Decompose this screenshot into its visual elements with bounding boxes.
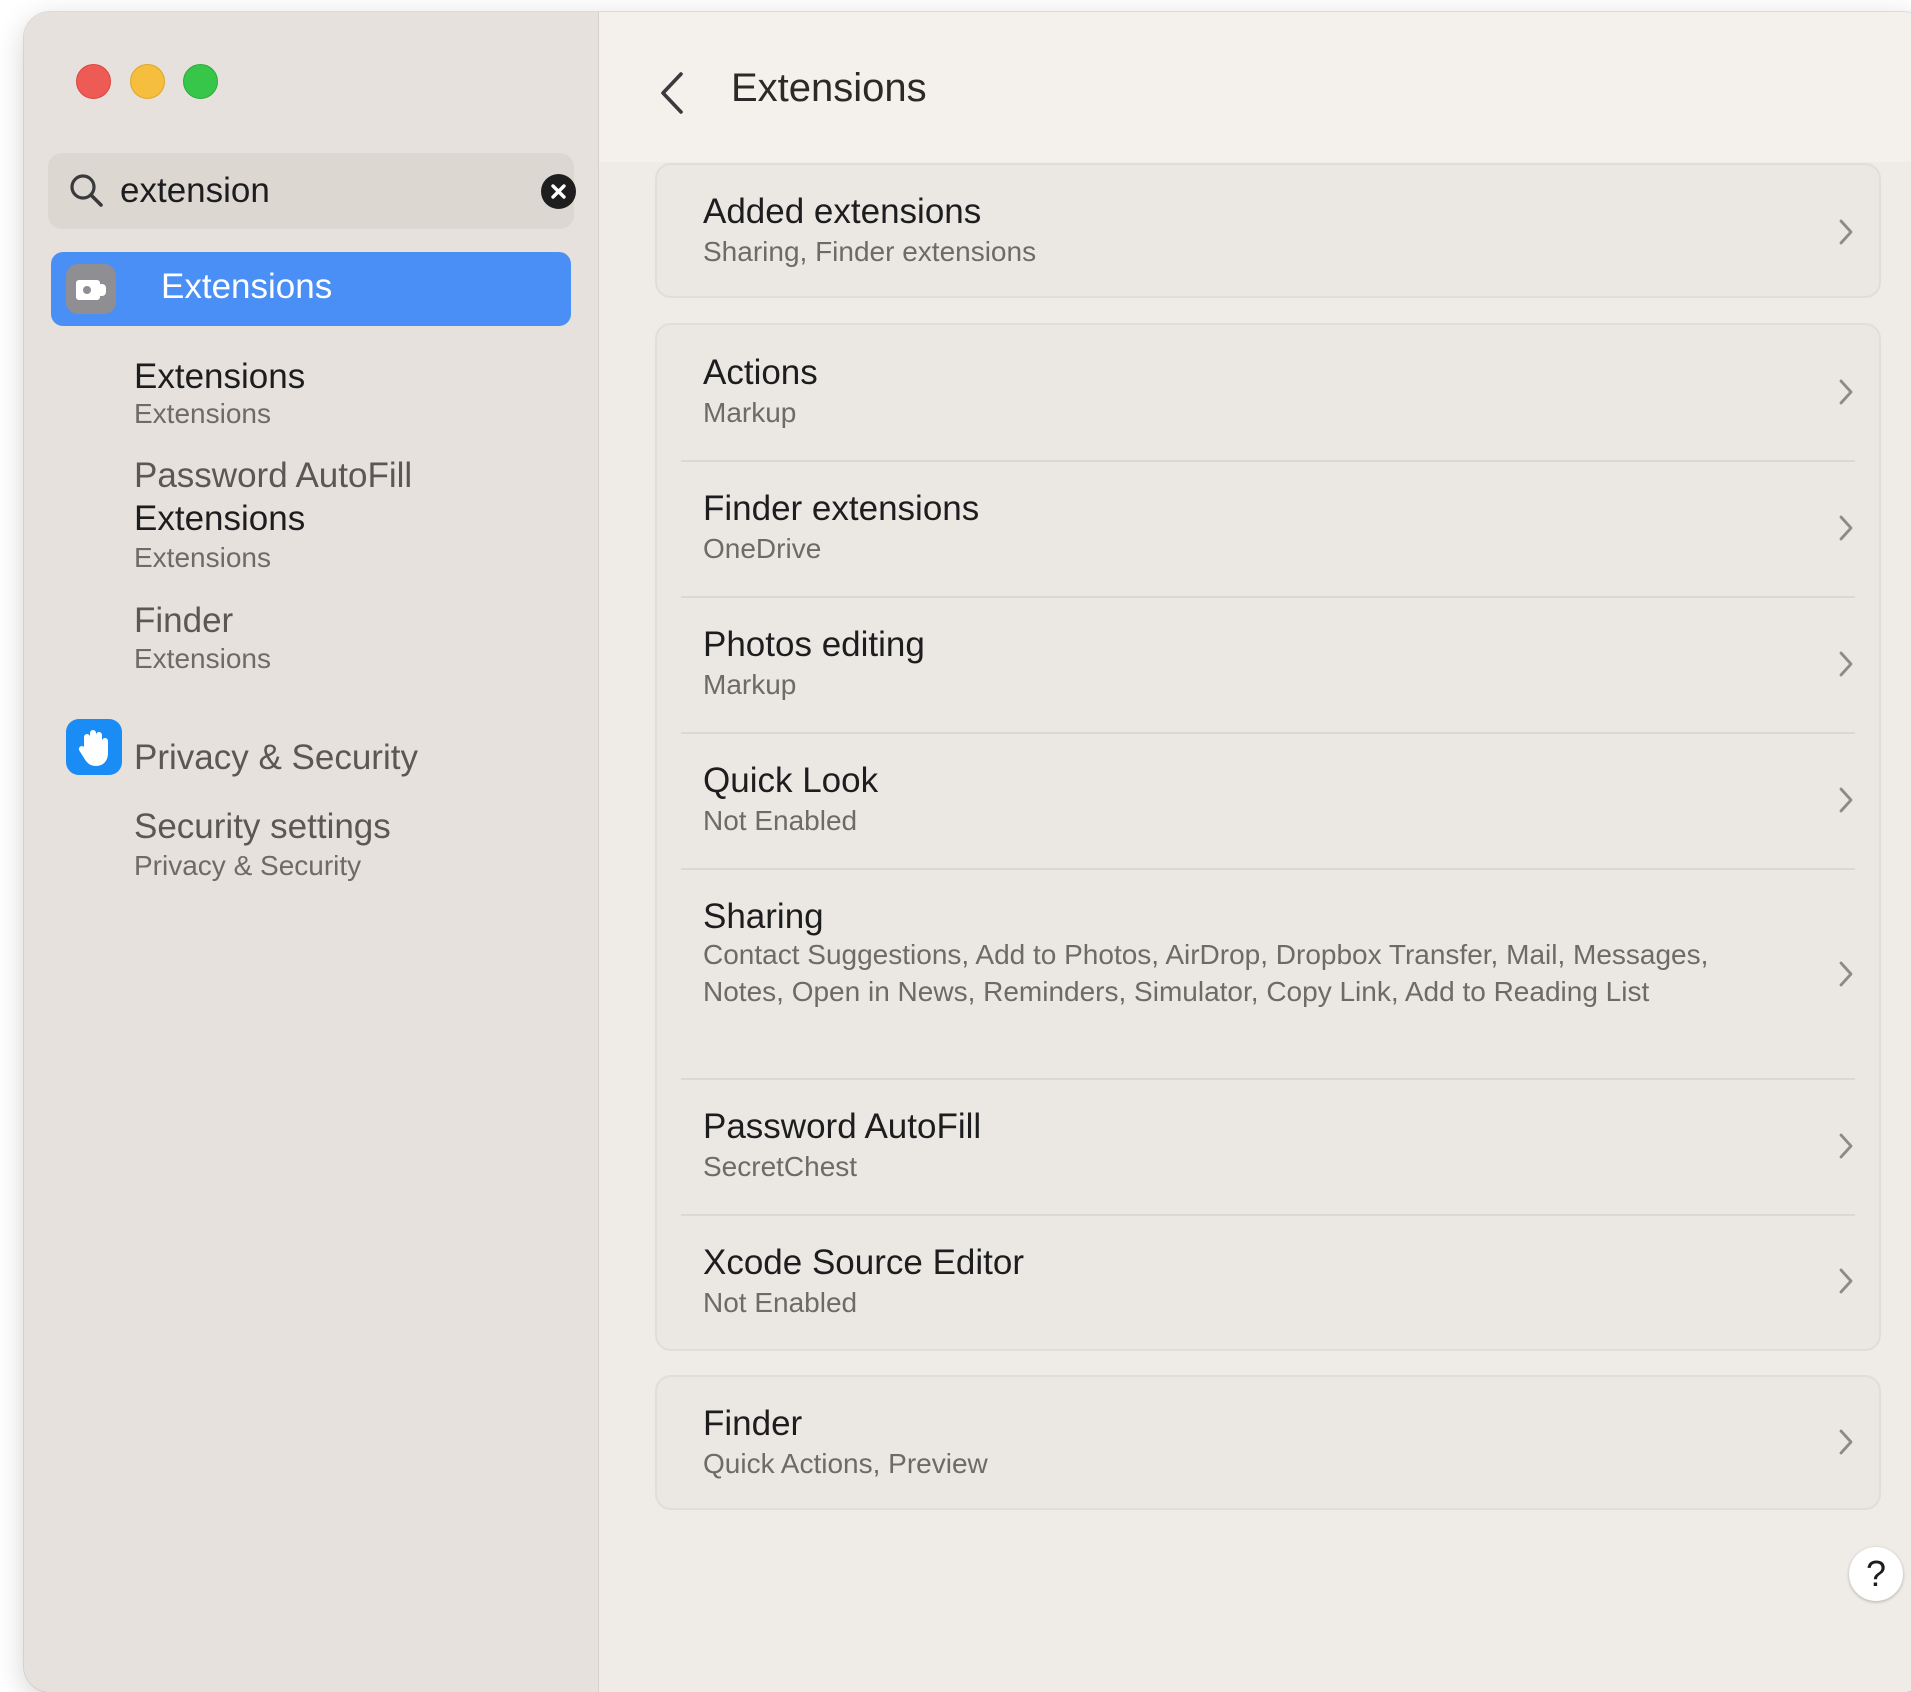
row-subtitle: Not Enabled [703,805,858,836]
row-subtitle: Quick Actions, Preview [703,1448,988,1479]
row-title: Sharing [703,897,824,936]
row-title: Finder [703,1404,803,1443]
search-result-security-settings-title[interactable]: Security settings [134,807,391,847]
row-title: Finder extensions [703,489,980,528]
row-subtitle: Contact Suggestions, Add to Photos, AirD… [703,939,1709,1007]
row-title: Xcode Source Editor [703,1243,1025,1282]
search-input[interactable] [120,167,500,215]
row-subtitle: Markup [703,669,797,700]
chevron-right-icon [1839,515,1853,541]
minimize-window-button[interactable] [130,64,165,99]
search-result-password-autofill-title-2[interactable]: Extensions [134,499,305,539]
search-result-password-autofill-subtitle: Extensions [134,542,271,573]
row-added-extensions[interactable]: Added extensions Sharing, Finder extensi… [657,165,1879,296]
search-result-password-autofill-title[interactable]: Password AutoFill [134,456,412,496]
system-settings-window: Extensions Extensions Extensions Passwor… [24,12,1911,1692]
row-actions[interactable]: Actions Markup [657,325,1879,460]
sidebar-item-label: Extensions [161,267,333,306]
row-subtitle: Sharing, Finder extensions [703,236,1037,267]
chevron-right-icon [1839,219,1853,245]
row-title: Password AutoFill [703,1107,982,1146]
sidebar-item-extensions[interactable]: Extensions [51,252,571,326]
row-title: Photos editing [703,625,925,664]
finder-card: Finder Quick Actions, Preview [655,1375,1881,1510]
row-title: Actions [703,353,818,392]
row-quick-look[interactable]: Quick Look Not Enabled [657,734,1879,868]
search-result-extensions-subtitle: Extensions [134,398,271,429]
search-result-finder-title[interactable]: Finder [134,601,233,641]
row-subtitle: Markup [703,397,797,428]
page-title: Extensions [731,66,927,110]
row-title: Added extensions [703,192,982,231]
chevron-right-icon [1839,787,1853,813]
row-xcode-source-editor[interactable]: Xcode Source Editor Not Enabled [657,1216,1879,1347]
search-result-security-settings-subtitle: Privacy & Security [134,850,362,881]
chevron-right-icon [1839,379,1853,405]
help-button[interactable]: ? [1849,1547,1903,1601]
zoom-window-button[interactable] [183,64,218,99]
chevron-left-icon[interactable] [657,70,687,116]
row-subtitle: SecretChest [703,1151,858,1182]
chevron-right-icon [1839,1268,1853,1294]
row-finder[interactable]: Finder Quick Actions, Preview [657,1377,1879,1508]
row-finder-extensions[interactable]: Finder extensions OneDrive [657,462,1879,596]
row-photos-editing[interactable]: Photos editing Markup [657,598,1879,732]
chevron-right-icon [1839,1429,1853,1455]
extension-categories-card: Actions Markup Finder extensions OneDriv… [655,323,1881,1351]
sidebar: Extensions Extensions Extensions Passwor… [24,12,599,1692]
search-result-finder-subtitle: Extensions [134,643,271,674]
main-pane: Extensions Added extensions Sharing, Fin… [599,12,1911,1692]
hand-raised-icon [66,719,122,775]
search-icon [70,174,103,207]
row-subtitle: Not Enabled [703,1287,858,1318]
added-extensions-card: Added extensions Sharing, Finder extensi… [655,163,1881,298]
close-window-button[interactable] [76,64,111,99]
chevron-right-icon [1839,651,1853,677]
extensions-puzzle-icon [66,264,116,314]
chevron-right-icon [1839,1133,1853,1159]
row-password-autofill[interactable]: Password AutoFill SecretChest [657,1080,1879,1214]
sidebar-item-privacy-security[interactable]: Privacy & Security [134,738,418,778]
clear-search-icon[interactable] [541,174,576,209]
chevron-right-icon [1839,961,1853,987]
row-title: Quick Look [703,761,879,800]
search-field[interactable] [48,153,576,229]
main-header: Extensions [599,12,1911,162]
row-sharing[interactable]: Sharing Contact Suggestions, Add to Phot… [657,870,1879,1078]
search-result-extensions-title[interactable]: Extensions [134,357,305,397]
row-subtitle: OneDrive [703,533,822,564]
